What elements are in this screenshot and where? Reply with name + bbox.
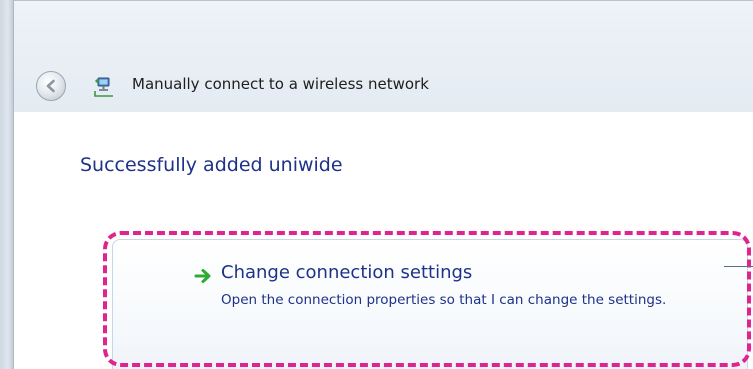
- back-arrow-icon: [46, 79, 55, 93]
- page-heading: Successfully added uniwide: [80, 154, 343, 176]
- change-connection-settings-link[interactable]: Change connection settings Open the conn…: [112, 239, 748, 369]
- wizard-content: Successfully added uniwide Change connec…: [14, 112, 753, 369]
- wizard-window: Manually connect to a wireless network S…: [0, 0, 753, 369]
- window-left-border: [0, 0, 14, 369]
- callout-line: [724, 266, 753, 267]
- title-bar-sheen: [14, 1, 753, 53]
- command-link-description: Open the connection properties so that I…: [221, 292, 667, 308]
- title-bar: Manually connect to a wireless network: [14, 0, 753, 113]
- back-button[interactable]: [36, 71, 66, 101]
- wireless-network-icon: [94, 77, 113, 97]
- green-arrow-icon: [194, 269, 211, 283]
- command-link-title: Change connection settings: [221, 262, 473, 283]
- window-title: Manually connect to a wireless network: [132, 75, 429, 93]
